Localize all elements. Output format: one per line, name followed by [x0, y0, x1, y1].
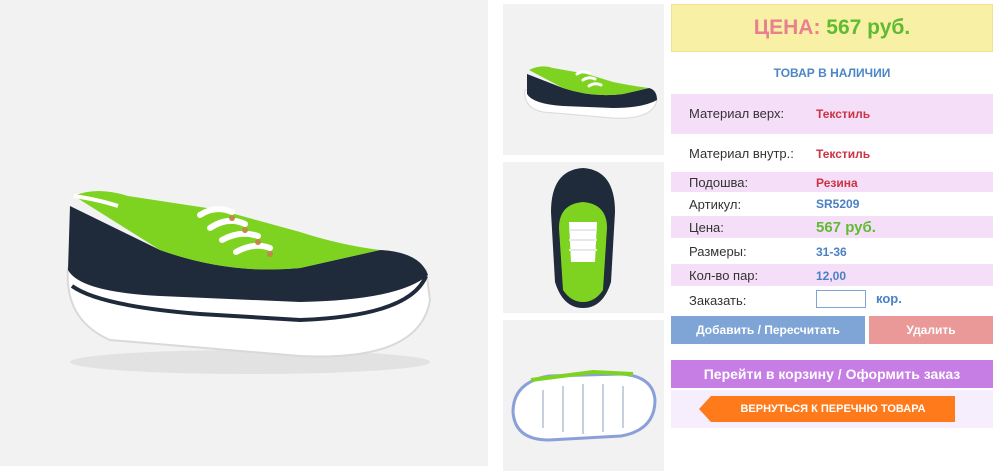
spec-label: Кол-во пар: [689, 268, 759, 283]
thumbnail-side-view[interactable] [503, 4, 664, 155]
spec-row-pairs-count: Кол-во пар: 12,00 [671, 264, 993, 286]
spec-label: Цена: [689, 220, 724, 235]
price-banner: ЦЕНА: 567 руб. [671, 4, 993, 52]
add-recalculate-button[interactable]: Добавить / Пересчитать [671, 316, 865, 344]
spec-label: Материал верх: [689, 106, 785, 121]
order-quantity-input[interactable] [816, 290, 866, 308]
spec-value: Резина [816, 176, 858, 190]
spec-row-upper-material: Материал верх: Текстиль [671, 94, 993, 134]
spec-row-article: Артикул: SR5209 [671, 194, 993, 214]
spec-label: Артикул: [689, 197, 742, 212]
order-row: Заказать: кор. [671, 288, 993, 312]
thumbnail-sole-view[interactable] [503, 320, 664, 471]
back-to-list-button[interactable]: ВЕРНУТЬСЯ К ПЕРЕЧНЮ ТОВАРА [699, 396, 955, 422]
spec-label: Подошва: [689, 175, 749, 190]
spec-value: SR5209 [816, 197, 860, 211]
price-banner-label: ЦЕНА: [753, 16, 821, 39]
spec-value: Текстиль [816, 107, 871, 121]
go-to-cart-button[interactable]: Перейти в корзину / Оформить заказ [671, 360, 993, 388]
thumbnail-top-view[interactable] [503, 162, 664, 313]
stock-status: ТОВАР В НАЛИЧИИ [773, 66, 891, 80]
order-unit: кор. [876, 291, 902, 306]
delete-button[interactable]: Удалить [869, 316, 993, 344]
spec-row-sizes: Размеры: 31-36 [671, 240, 993, 262]
spec-value: 31-36 [816, 245, 847, 259]
price-banner-value: 567 руб. [826, 16, 911, 39]
spec-value: 567 руб. [816, 219, 876, 236]
spec-label: Материал внутр.: [689, 146, 794, 161]
order-label: Заказать: [689, 293, 747, 308]
main-product-image [0, 0, 488, 466]
spec-value: Текстиль [816, 147, 871, 161]
spec-row-sole: Подошва: Резина [671, 172, 993, 192]
spec-row-inner-material: Материал внутр.: Текстиль [671, 134, 993, 172]
sneaker-top-thumb-illustration [551, 168, 615, 308]
sneaker-sole-thumb-illustration [511, 369, 657, 442]
sneaker-side-illustration [66, 191, 432, 374]
spec-value: 12,00 [816, 269, 847, 283]
spec-label: Размеры: [689, 244, 747, 259]
back-button-area: ВЕРНУТЬСЯ К ПЕРЕЧНЮ ТОВАРА [671, 390, 993, 428]
spec-row-price: Цена: 567 руб. [671, 216, 993, 238]
sneaker-side-thumb-illustration [524, 66, 658, 119]
